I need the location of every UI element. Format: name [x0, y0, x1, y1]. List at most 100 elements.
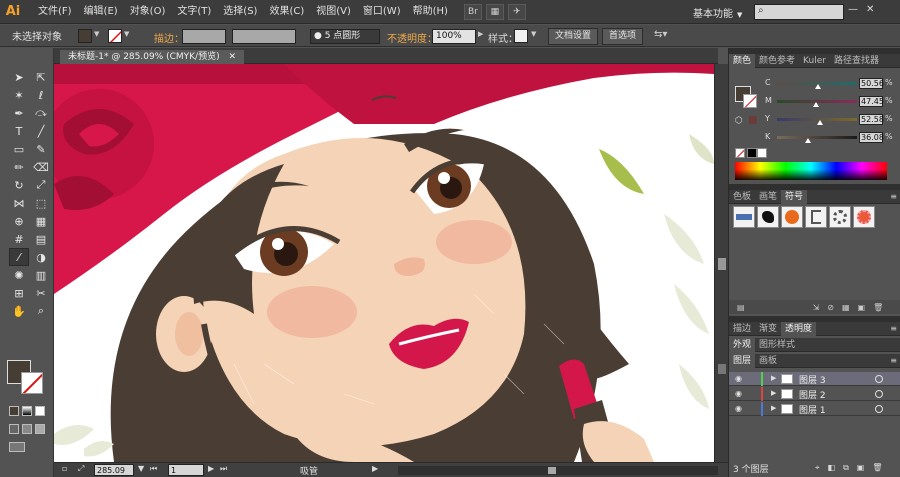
layer-name[interactable]: 图层 2: [799, 388, 826, 401]
variable-width-profile[interactable]: [232, 29, 296, 44]
tab-appearance[interactable]: 外观: [729, 337, 756, 352]
menu-edit[interactable]: 编辑(E): [78, 0, 124, 24]
workspace-switcher[interactable]: 基本功能 ▼: [693, 5, 742, 20]
tab-gradient[interactable]: 渐变: [755, 322, 781, 336]
new-sublayer-icon[interactable]: ⧉: [843, 463, 849, 473]
paintbrush-tool-icon[interactable]: ✎: [31, 140, 51, 158]
screen-mode-icon[interactable]: [9, 442, 25, 452]
bridge-icon[interactable]: Br: [463, 3, 482, 20]
break-link-icon[interactable]: ⊘: [827, 303, 834, 312]
vertical-scroll-thumb[interactable]: [718, 258, 726, 270]
color-mode-button[interactable]: [9, 406, 19, 416]
tab-graphic-styles[interactable]: 图形样式: [755, 338, 799, 352]
visibility-eye-icon[interactable]: ◉: [735, 404, 742, 413]
menu-file[interactable]: 文件(F): [32, 0, 78, 24]
layer-name[interactable]: 图层 1: [799, 403, 826, 416]
new-symbol-icon[interactable]: ▣: [858, 303, 866, 312]
visibility-eye-icon[interactable]: ◉: [735, 389, 742, 398]
first-page-icon[interactable]: ⏮: [150, 464, 157, 474]
symbol-library-icon[interactable]: ▤: [737, 303, 745, 312]
magenta-slider-thumb[interactable]: [813, 102, 819, 107]
yellow-value[interactable]: 52.58: [859, 114, 884, 125]
menu-select[interactable]: 选择(S): [217, 0, 263, 24]
tab-transparency[interactable]: 透明度: [781, 321, 817, 336]
zoom-tool-icon[interactable]: ⌕: [31, 302, 51, 320]
scale-tool-icon[interactable]: ⤢: [31, 176, 51, 194]
new-layer-icon[interactable]: ▣: [857, 463, 865, 473]
magic-wand-tool-icon[interactable]: ✶: [9, 86, 29, 104]
stroke-color-box[interactable]: [21, 372, 43, 394]
panel-menu-icon-2[interactable]: ≡: [890, 324, 897, 333]
artboard-tool-icon[interactable]: ⊞: [9, 284, 29, 302]
draw-inside-icon[interactable]: [35, 424, 45, 434]
direct-selection-tool-icon[interactable]: ⇱: [31, 68, 51, 86]
locate-object-icon[interactable]: ⌖: [815, 463, 820, 473]
search-input[interactable]: ⌕: [754, 4, 844, 20]
panel-menu-icon-3[interactable]: ≡: [890, 356, 897, 365]
tab-layers[interactable]: 图层: [729, 353, 756, 368]
cyan-value[interactable]: 50.56: [859, 78, 884, 89]
visibility-eye-icon[interactable]: ◉: [735, 374, 742, 383]
column-graph-tool-icon[interactable]: ▥: [31, 266, 51, 284]
zoom-icon[interactable]: ⤢: [78, 464, 84, 474]
shape-builder-tool-icon[interactable]: ⊕: [9, 212, 29, 230]
type-tool-icon[interactable]: T: [9, 122, 29, 140]
place-symbol-icon[interactable]: ⇲: [813, 303, 820, 312]
gradient-mode-button[interactable]: [22, 406, 32, 416]
rotate-tool-icon[interactable]: ↻: [9, 176, 29, 194]
menu-view[interactable]: 视图(V): [310, 0, 357, 24]
none-swatch[interactable]: [735, 148, 745, 158]
artboard-canvas[interactable]: [54, 64, 714, 462]
expand-arrow-icon[interactable]: ▶: [771, 374, 776, 382]
opacity-field[interactable]: 100%: [432, 29, 476, 44]
style-dropdown-icon[interactable]: ▼: [531, 30, 536, 43]
arrange-icon[interactable]: ⇆▾: [654, 29, 667, 42]
tab-brushes[interactable]: 画笔: [755, 190, 781, 204]
layer-target-icon[interactable]: [875, 390, 883, 398]
next-page-icon[interactable]: ▶: [208, 464, 214, 473]
arrange-documents-icon[interactable]: ▦: [485, 3, 504, 20]
opacity-arrow-icon[interactable]: ▶: [478, 30, 483, 43]
vertical-scrollbar[interactable]: [714, 64, 728, 462]
expand-arrow-icon[interactable]: ▶: [771, 389, 776, 397]
menu-help[interactable]: 帮助(H): [407, 0, 454, 24]
panel-menu-icon[interactable]: ≡: [890, 192, 897, 201]
expand-arrow-icon[interactable]: ▶: [771, 404, 776, 412]
minimize-icon[interactable]: —: [848, 4, 858, 15]
mesh-tool-icon[interactable]: #: [9, 230, 29, 248]
hand-tool-icon[interactable]: ✋: [9, 302, 29, 320]
tab-color[interactable]: 颜色: [729, 53, 756, 68]
zoom-dropdown-icon[interactable]: ▼: [138, 464, 144, 473]
close-icon[interactable]: ✕: [866, 4, 874, 15]
symbol-splatter[interactable]: [757, 206, 779, 228]
layer-target-icon[interactable]: [875, 405, 883, 413]
gamut-swatch[interactable]: [749, 116, 757, 124]
magenta-value[interactable]: 47.45: [859, 96, 884, 107]
menu-object[interactable]: 对象(O): [124, 0, 172, 24]
yellow-slider-thumb[interactable]: [817, 120, 823, 125]
horizontal-scroll-thumb[interactable]: [548, 467, 556, 474]
preferences-button[interactable]: 首选项: [602, 28, 644, 45]
close-tab-icon[interactable]: ✕: [228, 52, 236, 62]
eyedropper-tool-icon[interactable]: ⁄: [9, 248, 29, 266]
brush-definition[interactable]: ● 5 点圆形: [310, 29, 380, 44]
stroke-dropdown-icon[interactable]: ▼: [124, 30, 129, 43]
gpu-performance-icon[interactable]: ✈: [507, 3, 526, 20]
black-swatch[interactable]: [747, 148, 757, 158]
horizontal-scrollbar[interactable]: [398, 466, 718, 475]
vertical-scroll-thumb-2[interactable]: [718, 364, 726, 374]
layer-row[interactable]: ◉ ▶ 图层 1: [729, 402, 900, 416]
eraser-tool-icon[interactable]: ⌫: [31, 158, 51, 176]
delete-symbol-icon[interactable]: 🗑: [873, 303, 883, 312]
tab-swatches[interactable]: 色板: [729, 190, 755, 204]
lasso-tool-icon[interactable]: ℓ: [31, 86, 51, 104]
out-of-gamut-icon[interactable]: ⬡: [735, 116, 743, 126]
tab-stroke[interactable]: 描边: [729, 322, 755, 336]
layer-name[interactable]: 图层 3: [799, 373, 826, 386]
fill-stroke-control[interactable]: [7, 360, 47, 396]
pencil-tool-icon[interactable]: ✏: [9, 158, 29, 176]
none-mode-button[interactable]: [35, 406, 45, 416]
width-tool-icon[interactable]: ⋈: [9, 194, 29, 212]
opacity-label[interactable]: 不透明度：: [387, 30, 437, 45]
delete-layer-icon[interactable]: 🗑: [872, 463, 882, 473]
